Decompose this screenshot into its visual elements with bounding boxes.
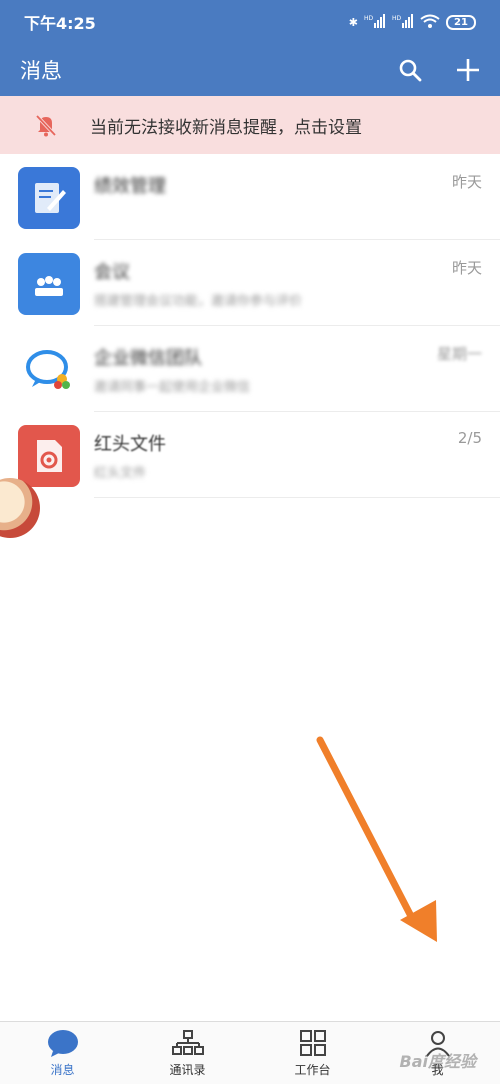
chat-item-wework-team[interactable]: 企业微信团队 邀请同事一起使用企业微信 星期一 xyxy=(0,326,500,412)
bottom-tab-bar: 消息 通讯录 工作台 我 xyxy=(0,1021,500,1084)
chat-item-meeting[interactable]: 会议 搭建管理会议功能，邀请你参与评价 昨天 xyxy=(0,240,500,326)
svg-text:HD: HD xyxy=(364,15,374,22)
chat-preview: 邀请同事一起使用企业微信 xyxy=(94,380,251,395)
chat-time: 2/5 xyxy=(457,429,482,447)
document-icon xyxy=(18,425,80,487)
signal-icon-2: HD xyxy=(392,13,414,31)
chat-time: 昨天 xyxy=(451,259,482,277)
tab-label: 工作台 xyxy=(294,1062,331,1077)
tab-label: 消息 xyxy=(50,1062,75,1077)
chat-bubble-icon xyxy=(18,339,80,401)
tab-workbench[interactable]: 工作台 xyxy=(250,1022,375,1084)
chat-name: 企业微信团队 xyxy=(94,348,202,369)
divider xyxy=(94,497,500,498)
tab-label: 通讯录 xyxy=(169,1062,206,1077)
chat-time: 昨天 xyxy=(451,173,482,191)
contacts-icon xyxy=(171,1029,204,1055)
edit-doc-icon xyxy=(18,167,80,229)
chat-item-red-header-docs[interactable]: 红头文件 红头文件 2/5 xyxy=(0,412,500,498)
message-icon xyxy=(47,1029,78,1057)
add-icon[interactable] xyxy=(456,58,480,82)
tab-messages[interactable]: 消息 xyxy=(0,1022,125,1084)
page-title: 消息 xyxy=(20,59,62,83)
svg-text:HD: HD xyxy=(392,15,402,22)
app-bar: 消息 xyxy=(0,44,500,96)
notice-text: 当前无法接收新消息提醒，点击设置 xyxy=(90,117,362,138)
battery-icon: 21 xyxy=(446,14,476,30)
chat-name: 会议 xyxy=(94,262,130,283)
tab-contacts[interactable]: 通讯录 xyxy=(125,1022,250,1084)
notification-warning-banner[interactable]: 当前无法接收新消息提醒，点击设置 xyxy=(0,96,500,154)
tab-label: 我 xyxy=(431,1062,444,1077)
chat-preview: 搭建管理会议功能，邀请你参与评价 xyxy=(94,294,303,309)
chat-preview: 红头文件 xyxy=(94,466,147,481)
chat-time: 星期一 xyxy=(436,345,482,363)
meeting-icon xyxy=(18,253,80,315)
status-bar: 下午4:25 ✱ HD HD 21 xyxy=(0,0,500,44)
bluetooth-icon: ✱ xyxy=(348,15,358,29)
search-icon[interactable] xyxy=(398,58,422,82)
signal-icon: HD xyxy=(364,13,386,31)
bell-muted-icon xyxy=(32,111,60,139)
chat-name: 红头文件 xyxy=(94,434,166,455)
status-icons: ✱ HD HD 21 xyxy=(348,13,476,31)
chat-list: 绩效管理 昨天 会议 搭建管理会议功能，邀请你参与评价 昨天 企业微信团队 邀请… xyxy=(0,154,500,498)
chat-name: 绩效管理 xyxy=(94,176,166,197)
tab-me[interactable]: 我 xyxy=(375,1022,500,1084)
wifi-icon xyxy=(420,14,440,31)
profile-icon xyxy=(425,1030,450,1057)
chat-item-performance[interactable]: 绩效管理 昨天 xyxy=(0,154,500,240)
workbench-icon xyxy=(299,1029,326,1056)
status-time: 下午4:25 xyxy=(24,14,96,33)
